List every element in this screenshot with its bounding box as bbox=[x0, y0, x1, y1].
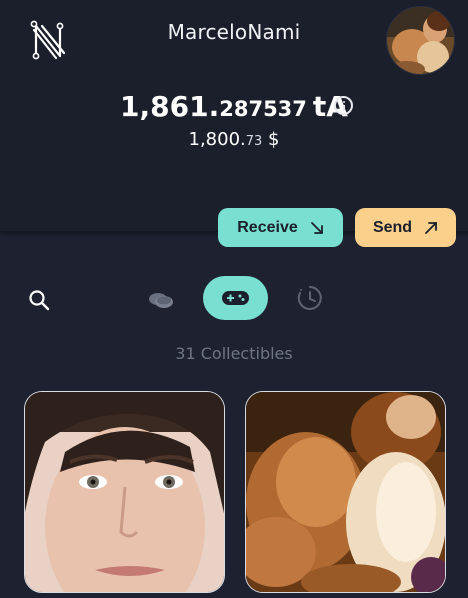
classical-painting-image bbox=[246, 392, 445, 592]
arrow-down-right-icon bbox=[310, 221, 323, 234]
balance-integer: 1,861. bbox=[120, 90, 220, 123]
profile-avatar[interactable] bbox=[386, 6, 455, 75]
collectibles-tab[interactable] bbox=[203, 276, 268, 320]
balance-decimal: 287537 bbox=[219, 97, 307, 121]
receive-label: Receive bbox=[237, 218, 298, 236]
search-icon[interactable] bbox=[28, 289, 50, 311]
send-label: Send bbox=[372, 218, 413, 236]
receive-button[interactable]: Receive bbox=[218, 208, 343, 247]
collectible-card[interactable] bbox=[245, 391, 446, 593]
usd-integer: 1,800. bbox=[188, 129, 246, 150]
info-icon[interactable] bbox=[334, 96, 353, 115]
send-button[interactable]: Send bbox=[355, 208, 456, 247]
usd-unit: $ bbox=[262, 129, 280, 150]
usd-decimal: 73 bbox=[245, 134, 263, 149]
collectibles-count: 31 Collectibles bbox=[175, 344, 293, 363]
usd-balance: 1,800.73 $ bbox=[0, 129, 468, 150]
collectible-card[interactable] bbox=[24, 391, 225, 593]
gamepad-icon bbox=[222, 291, 249, 305]
avatar-painting-image bbox=[387, 7, 454, 74]
history-clock-icon[interactable] bbox=[296, 284, 324, 312]
token-balance: 1,861.287537 tA bbox=[0, 90, 468, 123]
wallet-tabs bbox=[0, 276, 468, 322]
portrait-face-image bbox=[25, 392, 224, 592]
coins-icon[interactable] bbox=[147, 287, 175, 311]
wallet-header: MarceloNami 1,861.287537 tA 1,800.73 $ bbox=[0, 0, 468, 232]
arrow-up-right-icon bbox=[425, 221, 437, 234]
